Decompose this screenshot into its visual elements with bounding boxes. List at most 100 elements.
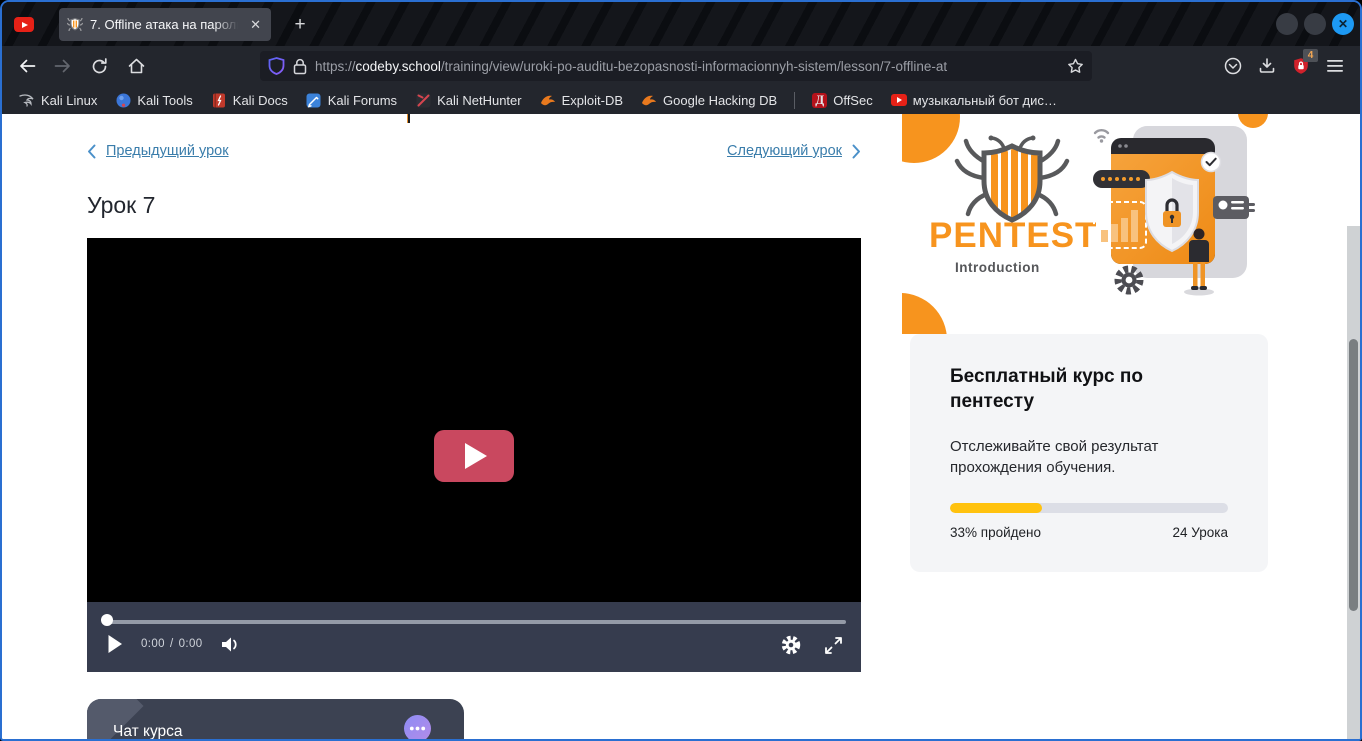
lesson-title: Урок 7 (87, 192, 155, 219)
youtube-icon (891, 94, 907, 106)
google-hacking-db-icon (641, 92, 657, 108)
url-path: /training/view/uroki-po-auditu-bezopasno… (441, 59, 947, 74)
bookmark-label: Kali NetHunter (437, 93, 522, 108)
bookmark-label: музыкальный бот дис… (913, 93, 1057, 108)
orange-circle-decoration (902, 293, 947, 334)
bookmark-label: Kali Docs (233, 93, 288, 108)
seek-handle[interactable] (101, 614, 113, 626)
bookmark-kali-forums[interactable]: Kali Forums (299, 90, 404, 110)
bookmark-music-bot[interactable]: музыкальный бот дис… (884, 91, 1064, 110)
course-progress-card: Бесплатный курс по пентесту Отслеживайте… (910, 334, 1268, 572)
tab-close-icon[interactable]: ✕ (248, 16, 263, 33)
chevron-right-icon (852, 144, 861, 159)
youtube-icon[interactable] (14, 17, 34, 32)
bookmarks-separator (794, 92, 795, 109)
menu-hamburger-icon[interactable] (1318, 50, 1352, 82)
url-scheme: https:// (315, 59, 356, 74)
bookmark-kali-tools[interactable]: Kali Tools (108, 90, 199, 110)
previous-lesson-label: Предыдущий урок (106, 143, 229, 159)
video-screen[interactable] (87, 238, 861, 602)
previous-lesson-link[interactable]: Предыдущий урок (87, 143, 229, 159)
chevron-left-icon (87, 144, 96, 159)
bookmark-label: Kali Forums (328, 93, 397, 108)
kali-tools-icon (115, 92, 131, 108)
volume-icon[interactable] (221, 636, 240, 653)
settings-gear-icon[interactable] (780, 634, 802, 656)
page-scrollbar[interactable] (1347, 226, 1360, 741)
bookmark-offsec[interactable]: Д OffSec (805, 91, 880, 110)
kali-forums-icon (306, 92, 322, 108)
bookmark-exploit-db[interactable]: Exploit-DB (533, 90, 630, 110)
kali-nethunter-icon (415, 92, 431, 108)
clipped-page-text (407, 114, 410, 123)
player-controls: 0:00 / 0:00 (87, 602, 861, 672)
pocket-icon[interactable] (1216, 50, 1250, 82)
next-lesson-link[interactable]: Следующий урок (727, 143, 861, 159)
offsec-icon: Д (812, 93, 827, 108)
play-icon[interactable] (107, 634, 123, 654)
lesson-navigation: Предыдущий урок Следующий урок (87, 140, 861, 162)
bookmark-label: Exploit-DB (562, 93, 623, 108)
video-player: 0:00 / 0:00 (87, 238, 861, 672)
chat-bubble-icon[interactable] (402, 714, 433, 741)
extension-badge: 4 (1303, 49, 1318, 62)
navigation-toolbar: https://codeby.school/training/view/urok… (2, 46, 1360, 86)
bookmark-label: Kali Linux (41, 93, 97, 108)
home-button[interactable] (120, 50, 152, 82)
course-chat-card[interactable]: Чат курса (87, 699, 464, 741)
browser-window: 7. Offline атака на пароли ✕ + ✕ (0, 0, 1362, 741)
progress-percent-label: 33% пройдено (950, 525, 1041, 540)
time-current: 0:00 (141, 638, 165, 650)
reload-button[interactable] (83, 50, 115, 82)
url-bar[interactable]: https://codeby.school/training/view/urok… (260, 51, 1092, 81)
tab-title: 7. Offline атака на пароли (90, 17, 241, 32)
course-banner-illustration (1093, 118, 1255, 308)
url-text[interactable]: https://codeby.school/training/view/urok… (315, 59, 1059, 74)
fullscreen-icon[interactable] (824, 636, 843, 655)
kali-dragon-icon (19, 92, 35, 108)
course-banner: PENTEST Introduction (902, 114, 1268, 334)
time-total: 0:00 (179, 638, 203, 650)
player-controls-left: 0:00 / 0:00 (107, 634, 240, 654)
bookmark-star-icon[interactable] (1067, 58, 1084, 74)
minimize-button[interactable] (1276, 13, 1298, 35)
tab-bar: 7. Offline атака на пароли ✕ + ✕ (2, 2, 1360, 46)
lock-icon (293, 58, 307, 75)
bookmark-google-hacking-db[interactable]: Google Hacking DB (634, 90, 784, 110)
tab-active-lesson[interactable]: 7. Offline атака на пароли ✕ (59, 8, 271, 41)
bookmark-kali-docs[interactable]: Kali Docs (204, 90, 295, 110)
pentest-subtitle-text: Introduction (955, 260, 1040, 275)
toolbar-right-icons: 4 (1216, 50, 1352, 82)
course-progress-fill (950, 503, 1042, 513)
time-display: 0:00 / 0:00 (141, 638, 203, 650)
big-play-button[interactable] (434, 430, 514, 482)
bookmark-label: Kali Tools (137, 93, 192, 108)
course-card-title: Бесплатный курс по пентесту (950, 364, 1200, 415)
url-host: codeby.school (356, 59, 441, 74)
maximize-button[interactable] (1304, 13, 1326, 35)
back-button[interactable] (11, 50, 43, 82)
course-progress-bar (950, 503, 1228, 513)
bookmark-label: OffSec (833, 93, 873, 108)
course-card-description: Отслеживайте свой результат прохождения … (950, 436, 1210, 478)
seek-bar[interactable] (106, 620, 846, 624)
next-lesson-label: Следующий урок (727, 143, 842, 159)
bookmark-kali-linux[interactable]: Kali Linux (12, 90, 104, 110)
course-chat-title: Чат курса (113, 723, 183, 741)
bookmarks-toolbar: Kali Linux Kali Tools Kali Docs Kali For… (2, 86, 1360, 114)
scrollbar-thumb[interactable] (1349, 339, 1358, 611)
downloads-icon[interactable] (1250, 50, 1284, 82)
lessons-count-label: 24 Урока (1173, 525, 1228, 540)
tracking-protection-shield-icon[interactable] (268, 57, 285, 75)
bookmark-kali-nethunter[interactable]: Kali NetHunter (408, 90, 529, 110)
kali-docs-icon (211, 92, 227, 108)
forward-button[interactable] (47, 50, 79, 82)
course-progress-labels: 33% пройдено 24 Урока (950, 525, 1228, 540)
close-button[interactable]: ✕ (1332, 13, 1354, 35)
window-controls: ✕ (1273, 13, 1354, 35)
adblock-extension-icon[interactable]: 4 (1284, 50, 1318, 82)
new-tab-button[interactable]: + (288, 13, 312, 37)
exploit-db-icon (540, 92, 556, 108)
page-content: Предыдущий урок Следующий урок Урок 7 0:… (2, 114, 1360, 741)
time-separator: / (170, 638, 174, 650)
